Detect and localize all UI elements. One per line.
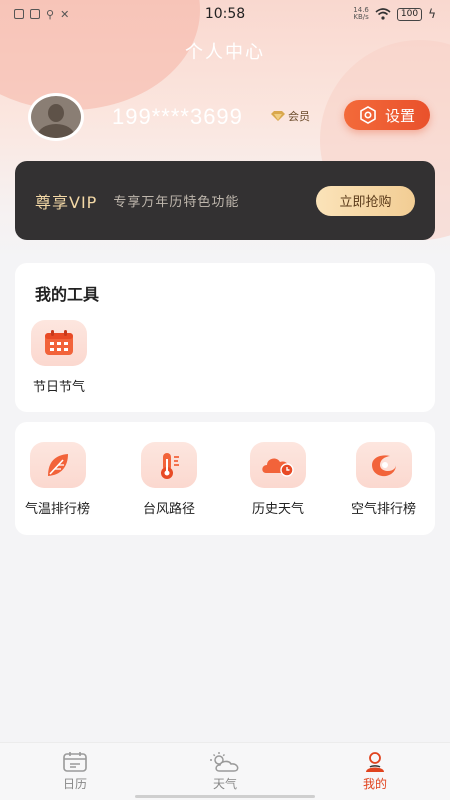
settings-label: 设置 <box>384 106 415 125</box>
status-left-icons: ⚲ ✕ <box>14 8 69 21</box>
nav-weather[interactable]: 天气 <box>150 743 300 800</box>
status-bar: ⚲ ✕ 10:58 14.6 KB/s 100 ϟ <box>0 0 450 28</box>
leaf-icon <box>47 454 68 476</box>
status-time: 10:58 <box>204 6 246 22</box>
my-tools-card: 我的工具 节日节气 <box>15 263 435 412</box>
tool-festivals[interactable]: 节日节气 <box>31 320 87 395</box>
profile-nav-icon <box>366 752 384 772</box>
user-phone: 199****3699 <box>112 104 243 129</box>
avatar[interactable] <box>28 93 84 141</box>
cloud-clock-icon <box>262 458 294 477</box>
calendar-icon <box>45 330 73 355</box>
diamond-icon <box>271 111 285 121</box>
tools-icon: ✕ <box>60 7 70 21</box>
tool-icon-box <box>29 442 86 488</box>
battery-level: 100 <box>396 7 423 21</box>
member-badge[interactable]: 会员 <box>270 108 310 124</box>
nav-label: 我的 <box>362 777 387 791</box>
vip-description: 专享万年历特色功能 <box>113 195 240 210</box>
tool-label: 空气排行榜 <box>351 502 417 517</box>
vip-title: 尊享VIP <box>35 192 98 212</box>
weather-nav-icon <box>210 752 239 772</box>
section-title: 我的工具 <box>35 285 100 304</box>
tool-temperature-ranking[interactable]: 气温排行榜 <box>25 442 90 517</box>
vip-banner[interactable]: 尊享VIP 专享万年历特色功能 立即抢购 <box>15 161 435 240</box>
settings-button[interactable]: 设置 <box>344 100 430 130</box>
home-indicator[interactable] <box>135 795 315 798</box>
status-right-icons: 14.6 KB/s 100 ϟ <box>353 6 436 22</box>
member-label: 会员 <box>288 110 310 123</box>
tool-label: 气温排行榜 <box>25 502 91 517</box>
network-speed: 14.6 KB/s <box>353 6 369 21</box>
page-title: 个人中心 <box>185 42 265 63</box>
tool-typhoon-path[interactable]: 台风路径 <box>141 442 197 517</box>
nav-calendar[interactable]: 日历 <box>0 743 150 800</box>
tool-air-ranking[interactable]: 空气排行榜 <box>351 442 416 517</box>
tool-label: 节日节气 <box>32 380 85 395</box>
weather-services-card: 气温排行榜 台风路径 历史天气 空气排行榜 <box>15 422 435 535</box>
buy-now-button[interactable]: 立即抢购 <box>316 185 415 216</box>
sim-icon <box>14 9 24 19</box>
calendar-nav-icon <box>63 752 87 772</box>
gear-icon <box>360 106 376 124</box>
tool-icon-box <box>250 442 306 488</box>
wifi-icon <box>375 8 391 20</box>
typhoon-icon <box>371 455 396 477</box>
bottom-navigation: 日历 天气 我的 <box>0 742 450 800</box>
tool-label: 台风路径 <box>142 502 195 517</box>
charging-icon: ϟ <box>428 7 436 21</box>
avatar-placeholder-icon <box>31 96 81 138</box>
nav-label: 天气 <box>212 777 237 791</box>
tool-label: 历史天气 <box>251 502 304 517</box>
tool-icon-box <box>141 442 197 488</box>
tool-history-weather[interactable]: 历史天气 <box>250 442 306 517</box>
nav-mine[interactable]: 我的 <box>300 743 450 800</box>
tool-icon-box <box>31 320 87 366</box>
thermometer-icon <box>161 453 179 479</box>
usb-icon: ⚲ <box>46 7 55 21</box>
image-icon <box>30 9 40 19</box>
nav-label: 日历 <box>62 777 87 791</box>
tool-icon-box <box>355 442 412 488</box>
